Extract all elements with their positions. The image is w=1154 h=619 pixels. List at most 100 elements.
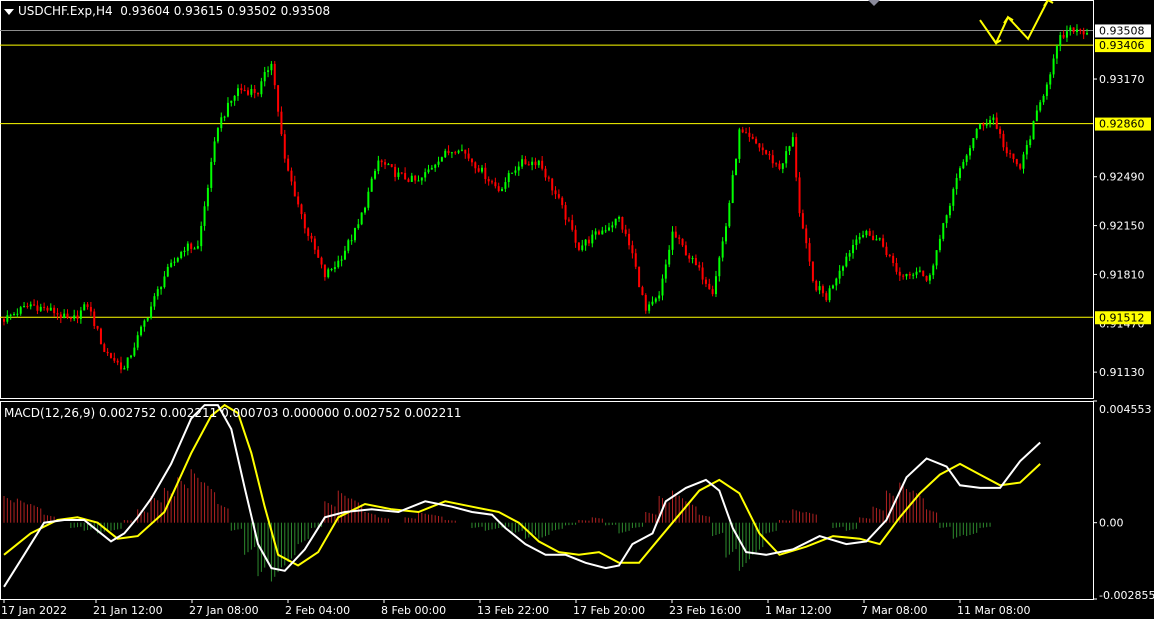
candle-body xyxy=(965,155,968,162)
candle-body xyxy=(56,313,59,315)
candle-body xyxy=(661,278,664,296)
candle-body xyxy=(19,307,22,314)
candle-body xyxy=(948,205,951,216)
symbol-header: USDCHF.Exp,H4 0.93604 0.93615 0.93502 0.… xyxy=(4,4,330,18)
candle-body xyxy=(89,306,92,312)
candle-body xyxy=(1039,102,1042,111)
time-tick-label: 7 Mar 08:00 xyxy=(861,604,927,617)
candle-body xyxy=(718,257,721,277)
candle-body xyxy=(337,260,340,268)
candle-body xyxy=(581,245,584,250)
candle-body xyxy=(868,231,871,236)
candle-body xyxy=(196,246,199,249)
macd-tick-label: -0.002855 xyxy=(1099,589,1154,602)
level-price-label: 0.91512 xyxy=(1099,311,1145,324)
candle-body xyxy=(668,249,671,265)
candle-body xyxy=(460,149,463,151)
candle-body xyxy=(828,288,831,301)
candle-body xyxy=(156,289,159,297)
candle-body xyxy=(798,177,801,214)
candle-body xyxy=(357,224,360,229)
candle-body xyxy=(995,117,998,129)
candle-body xyxy=(347,240,350,251)
candle-body xyxy=(29,304,32,307)
candle-body xyxy=(474,162,477,169)
candle-body xyxy=(230,100,233,103)
candle-body xyxy=(845,256,848,267)
candle-body xyxy=(878,238,881,240)
candle-body xyxy=(480,167,483,172)
candle-body xyxy=(176,257,179,262)
candle-body xyxy=(875,239,878,241)
time-tick-label: 1 Mar 12:00 xyxy=(765,604,831,617)
candle-body xyxy=(557,194,560,198)
candle-body xyxy=(768,153,771,156)
candle-body xyxy=(190,243,193,249)
candle-body xyxy=(735,158,738,176)
candle-body xyxy=(1009,153,1012,155)
candle-body xyxy=(253,89,256,93)
candle-body xyxy=(825,293,828,301)
candle-body xyxy=(544,168,547,178)
candle-body xyxy=(497,186,500,192)
time-tick-label: 23 Feb 16:00 xyxy=(669,604,741,617)
candle-body xyxy=(638,266,641,288)
candle-body xyxy=(969,148,972,156)
candle-body xyxy=(367,191,370,208)
candle-body xyxy=(63,313,66,319)
candle-body xyxy=(414,175,417,181)
candle-body xyxy=(1052,58,1055,75)
price-tick-label: 0.91810 xyxy=(1099,268,1145,281)
candle-body xyxy=(59,314,62,319)
candle-body xyxy=(831,285,834,289)
candle-body xyxy=(407,179,410,182)
macd-tick-label: 0.004553 xyxy=(1099,403,1152,416)
symbol-label: USDCHF.Exp,H4 xyxy=(18,4,113,18)
candle-body xyxy=(370,178,373,192)
candle-body xyxy=(594,231,597,235)
candle-body xyxy=(791,137,794,147)
candle-body xyxy=(330,269,333,271)
candle-body xyxy=(210,161,213,188)
candle-body xyxy=(855,239,858,246)
candle-body xyxy=(738,129,741,159)
candle-body xyxy=(608,227,611,231)
candle-body xyxy=(364,207,366,213)
candle-body xyxy=(277,85,280,112)
candle-body xyxy=(611,225,614,228)
candle-body xyxy=(811,261,814,282)
candle-body xyxy=(989,119,992,124)
dropdown-triangle-icon[interactable] xyxy=(4,8,14,15)
candle-body xyxy=(113,357,116,361)
candle-body xyxy=(691,258,694,260)
candle-body xyxy=(287,158,290,171)
candle-body xyxy=(1035,110,1038,122)
candle-body xyxy=(1049,74,1052,85)
candle-body xyxy=(999,128,1002,134)
candle-body xyxy=(76,315,79,319)
candle-body xyxy=(39,306,42,311)
candle-body xyxy=(69,318,72,320)
candle-body xyxy=(9,314,12,316)
candle-body xyxy=(1079,29,1082,31)
candle-body xyxy=(467,153,470,159)
candle-body xyxy=(658,295,661,299)
candle-body xyxy=(166,266,169,277)
candle-body xyxy=(307,228,310,236)
candle-body xyxy=(641,287,644,296)
candle-body xyxy=(387,164,390,166)
candle-body xyxy=(470,158,473,163)
candle-body xyxy=(688,255,691,259)
candle-body xyxy=(745,132,748,134)
macd-tick-label: 0.00 xyxy=(1099,517,1124,530)
candle-body xyxy=(511,172,514,174)
candle-body xyxy=(1005,147,1008,154)
candle-body xyxy=(815,281,818,291)
candle-body xyxy=(895,262,898,272)
candle-body xyxy=(714,276,717,295)
candle-body xyxy=(420,177,423,181)
candle-body xyxy=(841,266,844,271)
candle-body xyxy=(517,166,520,171)
candle-body xyxy=(872,235,875,241)
candle-body xyxy=(6,315,9,322)
